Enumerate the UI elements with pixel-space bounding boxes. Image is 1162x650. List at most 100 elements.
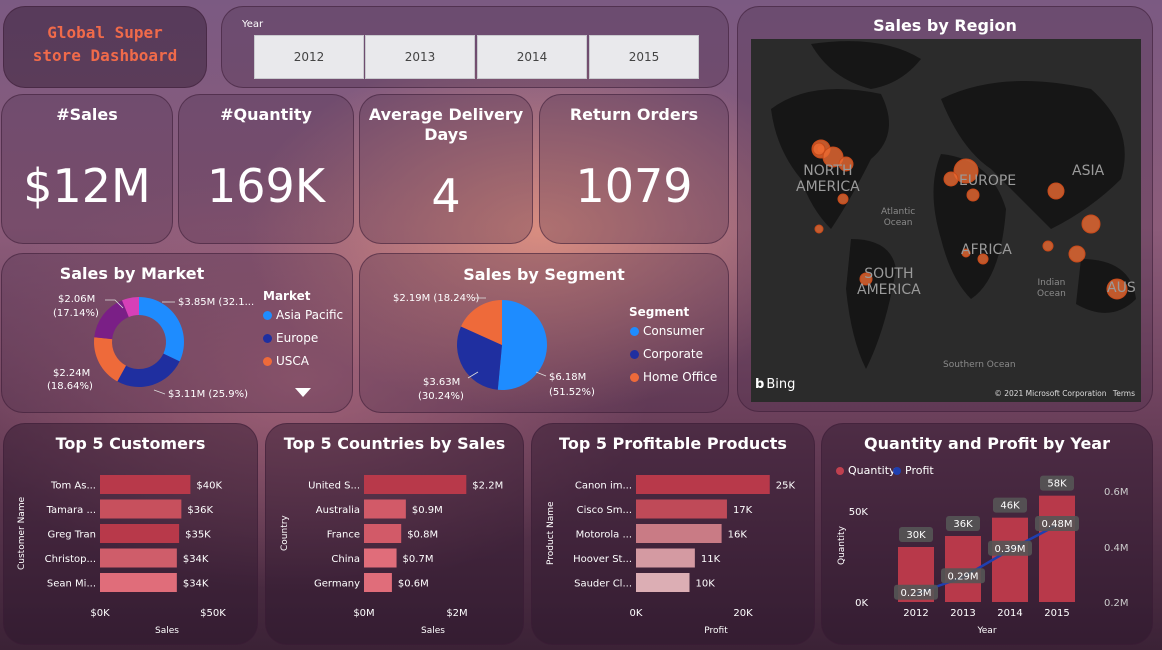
tick-label: 50K [849,507,869,518]
land-shapes [771,41,1136,369]
legend-dot [630,372,639,382]
quantity-data-label: 36K [953,519,973,530]
kpi-value: 1079 [575,159,693,213]
bar[interactable] [364,573,392,592]
tick-label: 0.2M [1104,598,1129,609]
map-terms-link[interactable]: Terms [1113,389,1135,398]
category-label: Motorola ... [576,530,632,541]
year-button-2015[interactable]: 2015 [589,35,699,79]
category-label: China [331,554,360,565]
market-label-usca-value: $2.24M [53,368,90,379]
bar[interactable] [636,524,722,543]
bing-icon: b [755,377,765,392]
data-label: 16K [728,530,748,541]
top-products-card: Top 5 Profitable Products Product Name C… [531,423,815,645]
tick-label: 0.6M [1104,487,1129,498]
tick-label: 2014 [997,608,1022,619]
qtyprofit-ylabel: Quantity [837,525,847,565]
world-map[interactable]: NORTH AMERICA EUROPE ASIA AFRICA SOUTH A… [751,39,1141,402]
category-label: Cisco Sm... [577,505,632,516]
bar[interactable] [100,475,191,494]
market-label-europe: $3.11M (25.9%) [168,389,248,400]
segment-label-consumer-value: $6.18M [549,372,586,383]
market-label-latam-value: $2.06M [58,294,95,305]
bar[interactable] [636,499,727,519]
map-label-europe: EUROPE [959,173,1017,189]
market-legend-europe[interactable]: Europe [263,331,318,345]
market-legend-title: Market [263,289,311,303]
map-svg [771,41,1136,369]
year-button-2012[interactable]: 2012 [254,35,364,79]
profit-data-label: 0.29M [948,571,979,582]
dashboard-title: Global Super store Dashboard [32,23,178,65]
sales-by-market-card: Sales by Market $3.85M (32.1... $3.11M (… [1,253,353,413]
map-title: Sales by Region [873,16,1017,35]
legend-dot [630,349,639,359]
year-button-2013[interactable]: 2013 [365,35,475,79]
map-label-asia: ASIA [1072,163,1105,179]
kpi-card-sales: #Sales $12M [1,94,173,244]
products-xlabel: Profit [704,626,728,636]
map-label-atlantic: Atlantic Ocean [881,207,916,228]
kpi-label: #Sales [56,105,118,124]
profit-data-label: 0.39M [995,544,1026,555]
qtyprofit-xlabel: Year [976,626,996,636]
profit-data-label: 0.48M [1042,519,1073,530]
data-label: 11K [701,554,721,565]
tick-label: $0M [353,608,374,619]
data-label: 17K [733,505,753,516]
customers-ylabel: Customer Name [17,496,27,570]
category-label: Australia [316,505,360,516]
bar[interactable] [636,573,690,592]
pie-slice-latam[interactable] [94,300,129,340]
bar[interactable] [100,548,177,568]
bar[interactable] [100,524,180,543]
category-label: Christop... [45,554,96,565]
market-legend-usca[interactable]: USCA [263,354,309,368]
countries-bar-chart[interactable]: Country United S... $2.2M Australia $0.9M Fr… [266,424,525,646]
kpi-card-quantity: #Quantity 169K [178,94,354,244]
category-label: Tamara ... [46,505,96,516]
segment-label-corporate-pct: (30.24%) [418,391,464,402]
market-legend-asia-pacific[interactable]: Asia Pacific [263,308,343,322]
data-label: $0.9M [412,505,443,516]
map-copyright: © 2021 Microsoft Corporation Terms [994,389,1135,398]
quantity-bar[interactable] [1039,495,1075,602]
year-button-2014[interactable]: 2014 [477,35,587,79]
pie-slice-consumer[interactable] [497,300,547,390]
qtyprofit-combo-chart[interactable]: Quantity 50K 0K 0.6M 0.4M 0.2M 30K 2012 36… [822,424,1154,646]
kpi-card-returns: Return Orders 1079 [539,94,729,244]
data-label: $0.8M [407,530,438,541]
segment-legend-title: Segment [629,305,690,319]
tick-label: 0K [855,598,868,609]
bar[interactable] [100,573,177,592]
category-label: United S... [308,481,360,492]
customers-bar-chart[interactable]: Customer Name Tom As... $40K Tamara ... $36… [4,424,259,646]
bar[interactable] [636,475,770,494]
category-label: Sean Mi... [47,579,96,590]
bar[interactable] [636,548,695,568]
kpi-label: #Quantity [220,105,312,124]
products-bar-chart[interactable]: Product Name Canon im... 25K Cisco Sm... 17… [532,424,816,646]
map-label-north-america: NORTH AMERICA [796,163,860,195]
data-label: $36K [187,505,213,516]
bar[interactable] [364,548,397,568]
quantity-bar[interactable] [992,517,1028,602]
data-label: 10K [696,579,716,590]
legend-scroll-down-icon[interactable] [295,388,311,397]
market-label-usca-pct: (18.64%) [47,381,93,392]
pie-slice-europe[interactable] [117,353,180,387]
map-label-south-america: SOUTH AMERICA [857,266,921,298]
bar[interactable] [364,524,402,543]
bar[interactable] [364,475,467,494]
segment-legend-consumer[interactable]: Consumer [630,324,704,338]
profit-line[interactable] [915,523,1058,595]
bar[interactable] [364,499,406,519]
segment-legend-home-office[interactable]: Home Office [630,370,717,384]
bar[interactable] [100,499,182,519]
top-countries-card: Top 5 Countries by Sales Country United … [265,423,524,645]
segment-legend-corporate[interactable]: Corporate [630,347,703,361]
products-ylabel: Product Name [546,501,556,565]
tick-label: 0K [630,608,643,619]
category-label: Greg Tran [47,530,96,541]
